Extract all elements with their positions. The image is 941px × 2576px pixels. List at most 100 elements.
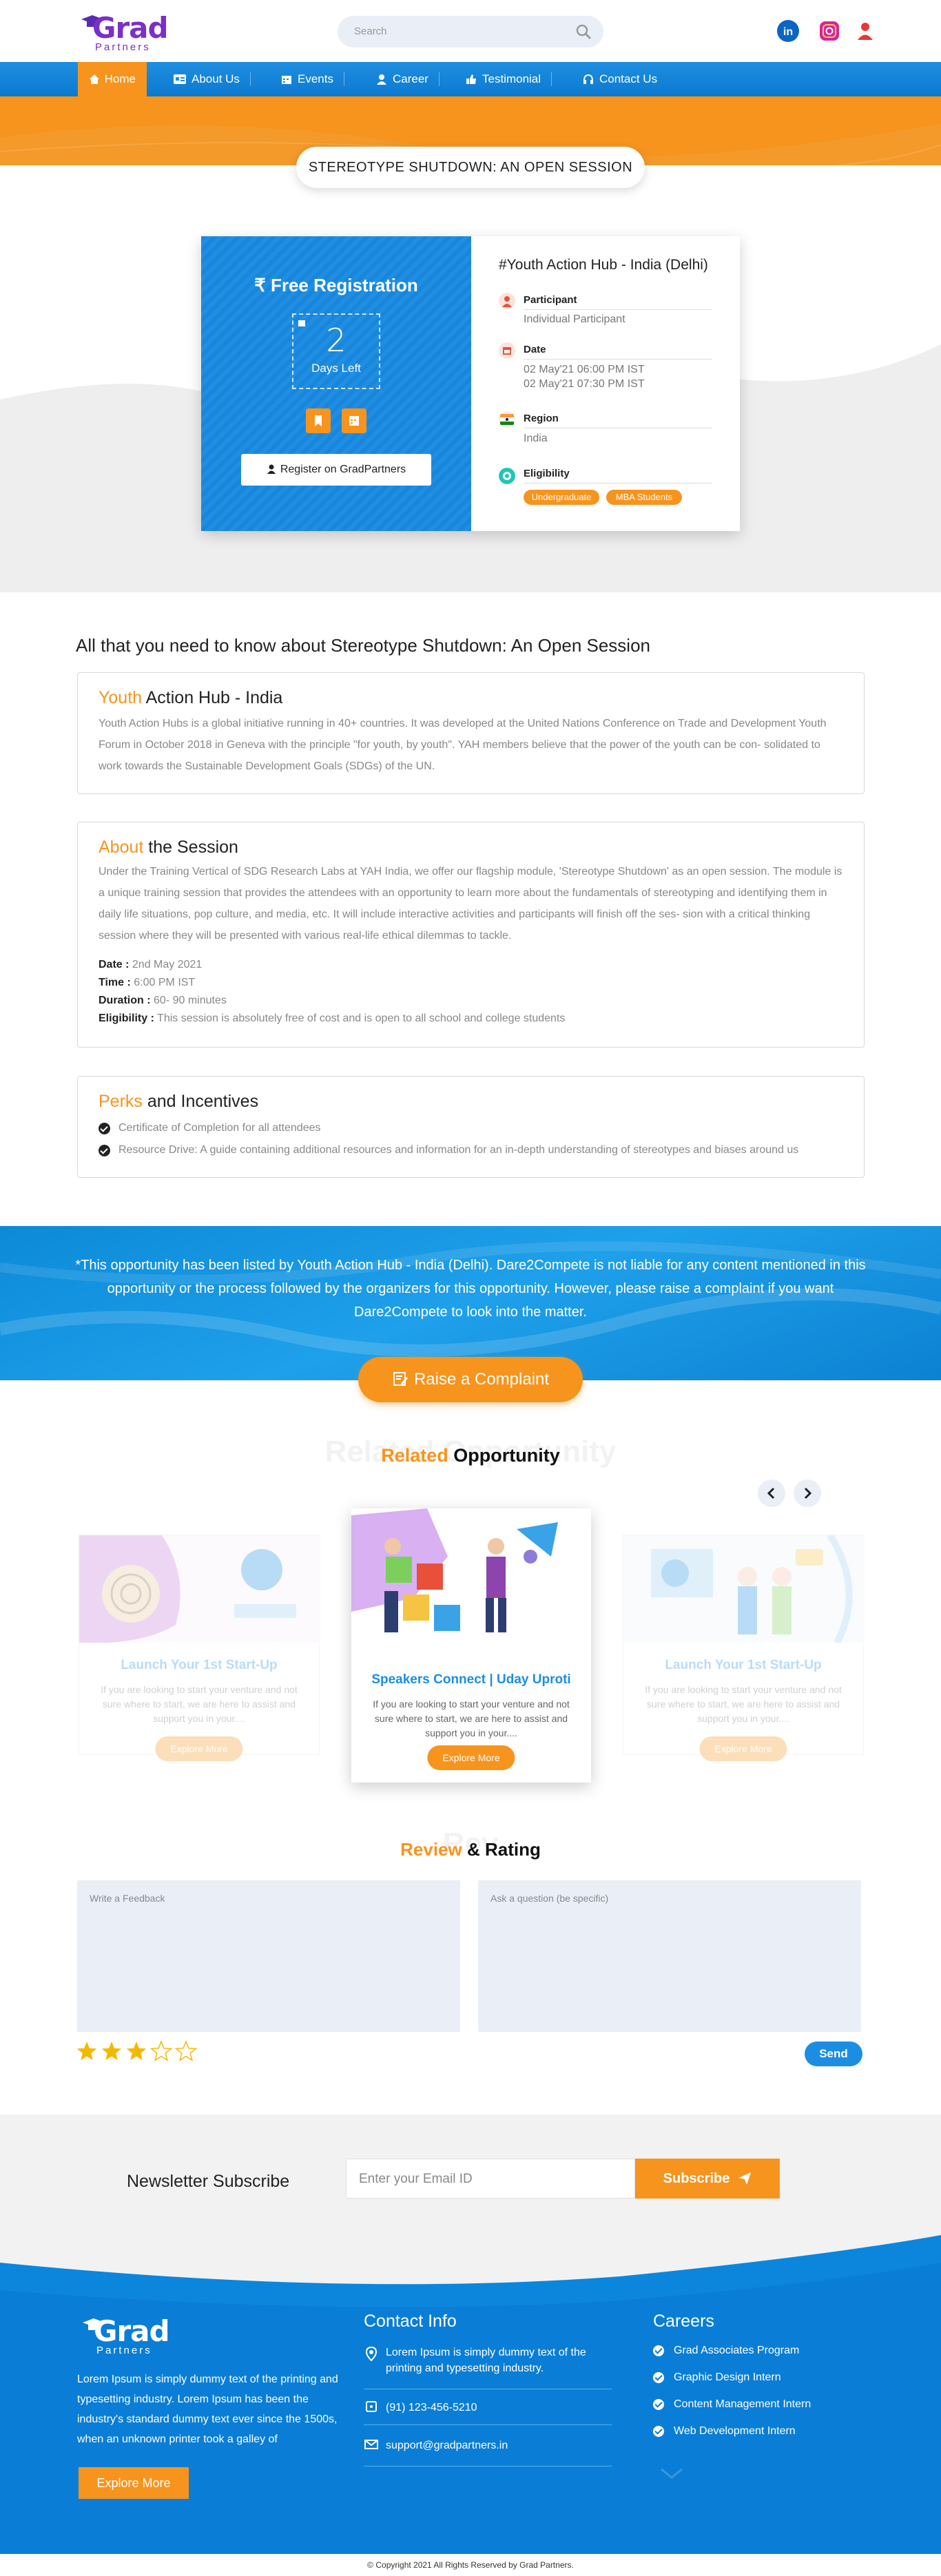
nav-events[interactable]: Events (270, 62, 344, 96)
register-button[interactable]: Register on GradPartners (241, 454, 431, 486)
registration-card: ₹ Free Registration 2 Days Left Register… (201, 236, 740, 531)
kv-label: Date : (99, 959, 130, 970)
check-circle-icon (653, 2399, 664, 2410)
divider (524, 359, 712, 360)
career-link[interactable]: Web Development Intern (653, 2425, 796, 2438)
carousel-prev-button[interactable] (758, 1479, 785, 1507)
user-icon[interactable] (851, 17, 879, 45)
heading-rest: Opportunity (448, 1445, 560, 1466)
india-flag-icon (499, 411, 515, 428)
star-empty-icon[interactable] (149, 2040, 173, 2061)
paper-plane-icon (738, 2172, 752, 2185)
career-link[interactable]: Grad Associates Program (653, 2345, 799, 2357)
newsletter-email-input[interactable]: Enter your Email ID (346, 2159, 635, 2199)
kv-value: 6:00 PM IST (134, 977, 196, 988)
kv-label: Duration : (99, 995, 151, 1006)
career-label: Graphic Design Intern (674, 2371, 781, 2383)
nav-label: Career (393, 72, 428, 85)
raise-complaint-label: Raise a Complaint (413, 1370, 550, 1389)
check-circle-icon (99, 1122, 110, 1134)
section-title-highlight: About (99, 838, 144, 857)
search-icon[interactable] (576, 24, 591, 39)
contact-phone[interactable]: (91) 123-456-5210 (386, 2400, 613, 2416)
stars-row[interactable] (76, 2040, 207, 2065)
kv-value: 2nd May 2021 (132, 959, 203, 970)
instagram-icon[interactable] (816, 17, 843, 45)
session-duration: Duration : 60- 90 minutes (99, 995, 227, 1007)
carousel-next-button[interactable] (794, 1479, 821, 1507)
nav-testimonial[interactable]: Testimonial (455, 62, 552, 96)
register-button-label: Register on GradPartners (280, 464, 406, 475)
contact-heading: Contact Info (364, 2312, 457, 2331)
card-title: Speakers Connect | Uday Uproti (351, 1672, 591, 1687)
star-filled-icon[interactable] (76, 2042, 97, 2061)
nav-career[interactable]: Career (365, 62, 440, 96)
card-title-rest: Your 1st Start-Up (167, 1658, 278, 1672)
bookmark-button[interactable] (306, 408, 331, 433)
divider (524, 483, 712, 484)
heading-rest: & Rating (462, 1839, 541, 1860)
question-textarea[interactable]: Ask a question (be specific) (478, 1880, 861, 2032)
footer-explore-button[interactable]: Explore More (79, 2467, 189, 2499)
disclaimer-text: *This opportunity has been listed by You… (75, 1258, 866, 1320)
nav-home[interactable]: Home (78, 62, 147, 96)
footer-logo[interactable]: Grad Partners (79, 2314, 175, 2357)
card-title: Launch Your 1st Start-Up (623, 1658, 863, 1673)
subscribe-label: Subscribe (663, 2170, 730, 2186)
related-card[interactable]: Speakers Connect | Uday Uproti If you ar… (351, 1508, 591, 1783)
eligibility-tag: Undergraduate (524, 490, 599, 505)
search-bar[interactable]: Search (338, 16, 603, 48)
site-header: Grad Partners Search in (0, 0, 941, 62)
explore-more-button[interactable]: Explore More (155, 1736, 243, 1761)
section-title-highlight: Perks (99, 1092, 143, 1111)
session-date: Date : 2nd May 2021 (99, 959, 202, 971)
calendar-button[interactable] (342, 408, 366, 433)
card-illustration (351, 1508, 591, 1656)
page-title: STEREOTYPE SHUTDOWN: AN OPEN SESSION (296, 147, 645, 188)
check-circle-icon (99, 1144, 110, 1156)
session-body: Under the Training Vertical of SDG Resea… (99, 866, 842, 942)
related-card[interactable]: Launch Your 1st Start-Up If you are look… (79, 1535, 320, 1761)
star-rating[interactable] (76, 2040, 207, 2065)
send-button[interactable]: Send (805, 2042, 862, 2066)
check-circle-icon (653, 2345, 664, 2356)
related-card[interactable]: Launch Your 1st Start-Up If you are look… (623, 1535, 865, 1761)
explore-more-button[interactable]: Explore More (699, 1736, 787, 1761)
email-icon (364, 2440, 378, 2449)
heading-highlight: Review (400, 1839, 462, 1860)
eligibility-tag: MBA Students (606, 490, 682, 505)
search-placeholder: Search (354, 25, 387, 37)
divider (524, 309, 712, 310)
nav-about[interactable]: About Us (163, 62, 251, 96)
session-eligibility: Eligibility : This session is absolutely… (99, 1012, 565, 1025)
textarea-placeholder: Ask a question (be specific) (490, 1893, 609, 1904)
star-empty-icon[interactable] (174, 2040, 198, 2061)
location-icon (365, 2346, 378, 2361)
hub-section: Youth Action Hub - India Youth Action Hu… (77, 672, 865, 794)
newsletter-label: Newsletter Subscribe (127, 2172, 290, 2191)
subscribe-button[interactable]: Subscribe (635, 2159, 780, 2199)
phone-icon (366, 2401, 377, 2412)
kv-label: Time : (99, 977, 131, 988)
contact-address: Lorem Ipsum is simply dummy text of the … (386, 2347, 586, 2374)
svg-text:in: in (783, 26, 793, 38)
feedback-textarea[interactable]: Write a Feedback (77, 1880, 460, 2032)
related-heading: Related Opportunity (288, 1445, 653, 1466)
linkedin-icon[interactable]: in (774, 17, 802, 45)
site-logo[interactable]: Grad Partners (77, 11, 169, 53)
contact-email[interactable]: support@gradpartners.in (386, 2438, 613, 2453)
kv-label: Eligibility : (99, 1012, 154, 1024)
explore-more-button[interactable]: Explore More (427, 1745, 515, 1770)
input-placeholder: Enter your Email ID (359, 2172, 473, 2186)
session-section: About the Session Under the Training Ver… (77, 822, 865, 1048)
event-organizer-title: #Youth Action Hub - India (Delhi) (499, 257, 708, 273)
days-left-label: Days Left (311, 362, 361, 375)
star-filled-icon[interactable] (126, 2042, 147, 2061)
section-title-rest: the Session (143, 838, 238, 857)
raise-complaint-button[interactable]: Raise a Complaint (358, 1357, 583, 1402)
career-link[interactable]: Graphic Design Intern (653, 2371, 781, 2384)
nav-contact[interactable]: Contact Us (572, 62, 668, 96)
star-filled-icon[interactable] (101, 2042, 122, 2061)
career-link[interactable]: Content Management Intern (653, 2398, 811, 2411)
home-icon (90, 74, 99, 84)
